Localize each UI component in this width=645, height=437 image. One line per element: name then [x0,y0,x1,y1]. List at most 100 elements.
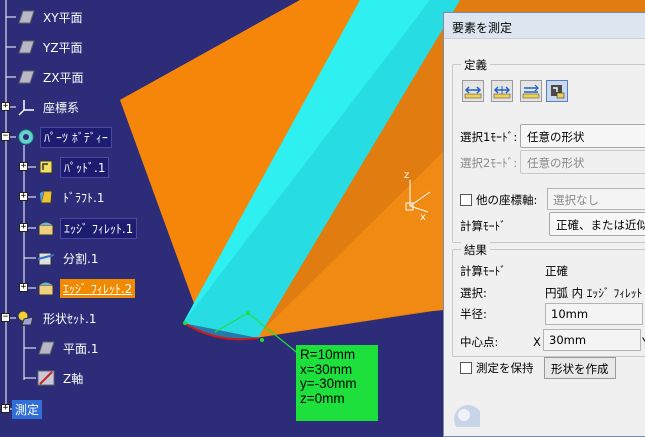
result-selection-value-row: 円弧 内 ｴｯｼﾞ ﾌｨﾚｯﾄ [545,282,642,304]
tree-item-yz-plane[interactable]: YZ平面 [16,36,86,58]
measure-y-text: y=-30mm [300,376,357,391]
collapse-icon[interactable]: − [1,313,10,322]
result-calc-mode-label: 計算ﾓｰﾄﾞ [460,264,506,278]
expand-icon[interactable]: + [1,102,10,111]
tree-item-z-axis[interactable]: Z軸 [36,367,86,389]
measure-z-text: z=0mm [300,390,345,406]
tree-item-geometrical-set[interactable]: 形状ｾｯﾄ.1 [16,307,99,329]
tree-item-axis-system[interactable]: 座標系 [16,96,82,118]
selection1-mode-value: 任意の形状 [527,130,585,144]
selection2-mode-select[interactable]: 任意の形状 [520,150,645,174]
expand-icon[interactable]: + [19,223,28,232]
arc-point-2 [260,338,264,342]
measure-item-dialog[interactable]: 要素を測定 定義 選択1ﾓｰﾄﾞ: 任意の形状 選択2ﾓｰﾄﾞ: 任意の形状 他… [443,12,645,437]
result-radius-label: 半径: [460,307,487,321]
calc-mode-select[interactable]: 正確、または近似 [549,212,645,236]
split-icon [37,252,55,266]
tree-item-label: XY平面 [43,10,83,25]
measure-globe-icon [454,405,480,427]
result-selection-row: 選択: [460,282,487,304]
keep-measure-label: 測定を保持 [476,361,534,375]
calc-mode-label: 計算ﾓｰﾄﾞ [460,219,506,233]
result-center-label: 中心点: [460,335,499,349]
result-x-value: 30mm [549,333,587,347]
result-radius-field[interactable]: 10mm [545,303,643,325]
edge-fillet-icon [38,281,54,296]
edge-fillet-icon [38,221,54,236]
line-icon [37,370,55,386]
tree-item-label: ﾊﾟｰﾂ ﾎﾞﾃﾞｨｰ [40,126,112,148]
expand-icon[interactable]: + [1,404,10,413]
measure-chain-button[interactable] [491,80,513,102]
expand-icon[interactable]: + [19,162,28,171]
result-selection-label: 選択: [460,286,487,300]
calc-mode-label-row: 計算ﾓｰﾄﾞ [460,215,506,237]
result-calc-mode-value-row: 正確 [545,260,568,282]
result-calc-mode-value: 正確 [545,264,568,278]
measure-x-text: x=30mm [300,361,353,377]
tree-item-plane-1[interactable]: 平面.1 [36,337,101,359]
measure-chain-icon [493,86,511,99]
result-radius-row: 半径: [460,303,487,325]
create-geometry-label: 形状を作成 [551,362,609,376]
tree-item-zx-plane[interactable]: ZX平面 [16,66,86,88]
axis-system-icon [18,100,34,116]
tree-item-part-body[interactable]: ﾊﾟｰﾂ ﾎﾞﾃﾞｨｰ [16,126,112,148]
expand-icon[interactable]: + [19,192,28,201]
tree-item-pad[interactable]: ﾊﾟｯﾄﾞ.1 [36,156,110,178]
draft-icon [40,190,53,204]
tree-item-xy-plane[interactable]: XY平面 [16,6,86,28]
geometrical-set-icon [17,310,34,326]
keep-measure-row: 測定を保持 [460,357,534,379]
compass-x-label: x [420,212,426,223]
tree-item-measure[interactable]: 測定 [12,398,43,420]
dialog-title: 要素を測定 [452,21,513,35]
tree-item-label: YZ平面 [43,40,83,55]
tree-item-label: 形状ｾｯﾄ.1 [43,311,97,326]
result-radius-value: 10mm [551,307,589,321]
tree-item-label: 座標系 [43,100,80,115]
measure-fan-button[interactable] [520,80,542,102]
measure-item-button[interactable] [546,80,568,102]
collapse-icon[interactable]: − [1,132,10,141]
tree-connectors [5,0,36,410]
center-point [246,311,250,315]
other-axis-checkbox[interactable] [460,194,472,206]
dialog-titlebar[interactable]: 要素を測定 [444,13,645,39]
measure-result-label[interactable]: R=10mm x=30mm y=-30mm z=0mm [296,345,378,421]
other-axis-label: 他の座標軸: [476,193,538,207]
create-geometry-button[interactable]: 形状を作成 [544,357,616,379]
other-axis-value: 選択なし [553,193,599,207]
keep-measure-checkbox[interactable] [460,362,472,374]
tree-item-split[interactable]: 分割.1 [36,247,101,269]
tree-item-edge-fillet-1[interactable]: ｴｯｼﾞ ﾌｨﾚｯﾄ.1 [36,217,138,239]
plane-icon [18,10,35,24]
measure-radius-text: R=10mm [300,347,356,362]
tree-item-edge-fillet-2[interactable]: ｴｯｼﾞ ﾌｨﾚｯﾄ.2 [36,277,136,299]
result-calc-mode-row: 計算ﾓｰﾄﾞ [460,260,506,282]
measure-between-icon [464,86,482,99]
other-axis-field[interactable]: 選択なし [547,188,645,210]
other-axis-row: 他の座標軸: [460,189,537,211]
measure-fan-icon [522,84,540,99]
part-body-icon [18,129,34,145]
measure-item-icon [551,85,565,99]
measure-between-button[interactable] [462,80,484,102]
result-group-title: 結果 [461,242,490,258]
result-x-label: X [533,335,541,349]
result-selection-value: 円弧 内 ｴｯｼﾞ ﾌｨﾚｯﾄ [545,286,643,300]
plane-icon [38,341,55,355]
tree-item-label: ｴｯｼﾞ ﾌｨﾚｯﾄ.1 [60,217,138,239]
selection1-mode-label-row: 選択1ﾓｰﾄﾞ: [460,126,517,148]
calc-mode-value: 正確、または近似 [556,218,645,232]
tree-item-draft[interactable]: ﾄﾞﾗﾌﾄ.1 [36,186,107,208]
selection2-mode-label: 選択2ﾓｰﾄﾞ: [460,156,518,170]
expand-icon[interactable]: + [19,283,28,292]
pad-icon [39,160,53,174]
tree-item-label: ﾄﾞﾗﾌﾄ.1 [63,190,105,205]
selection1-mode-select[interactable]: 任意の形状 [520,124,645,148]
tree-item-label: ZX平面 [43,70,84,85]
result-x-field[interactable]: 30mm [543,329,641,351]
tree-item-label: 平面.1 [63,341,99,356]
result-x-label-row: X [533,331,541,353]
